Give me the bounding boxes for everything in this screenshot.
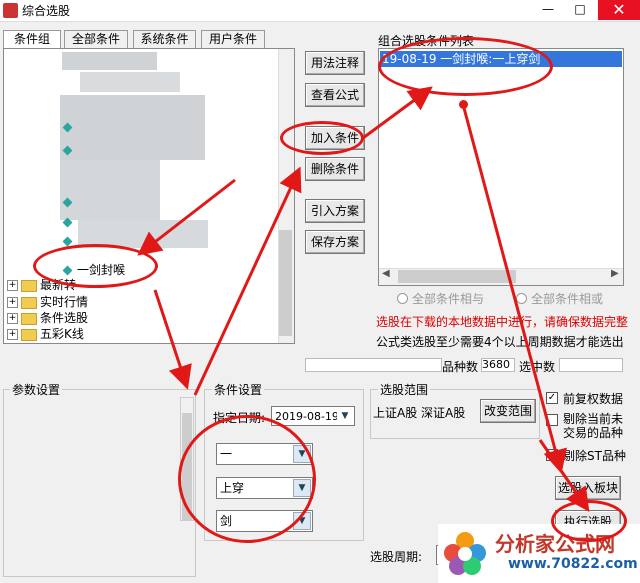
arrow-to-add (193, 166, 302, 396)
arrow-to-execute-2 (538, 439, 590, 512)
arrow-to-execute (462, 107, 567, 474)
arrow-to-list (362, 86, 433, 140)
annotation-arrows (137, 86, 590, 512)
arrow-to-item (137, 178, 236, 256)
arrow-to-settings (153, 289, 192, 390)
